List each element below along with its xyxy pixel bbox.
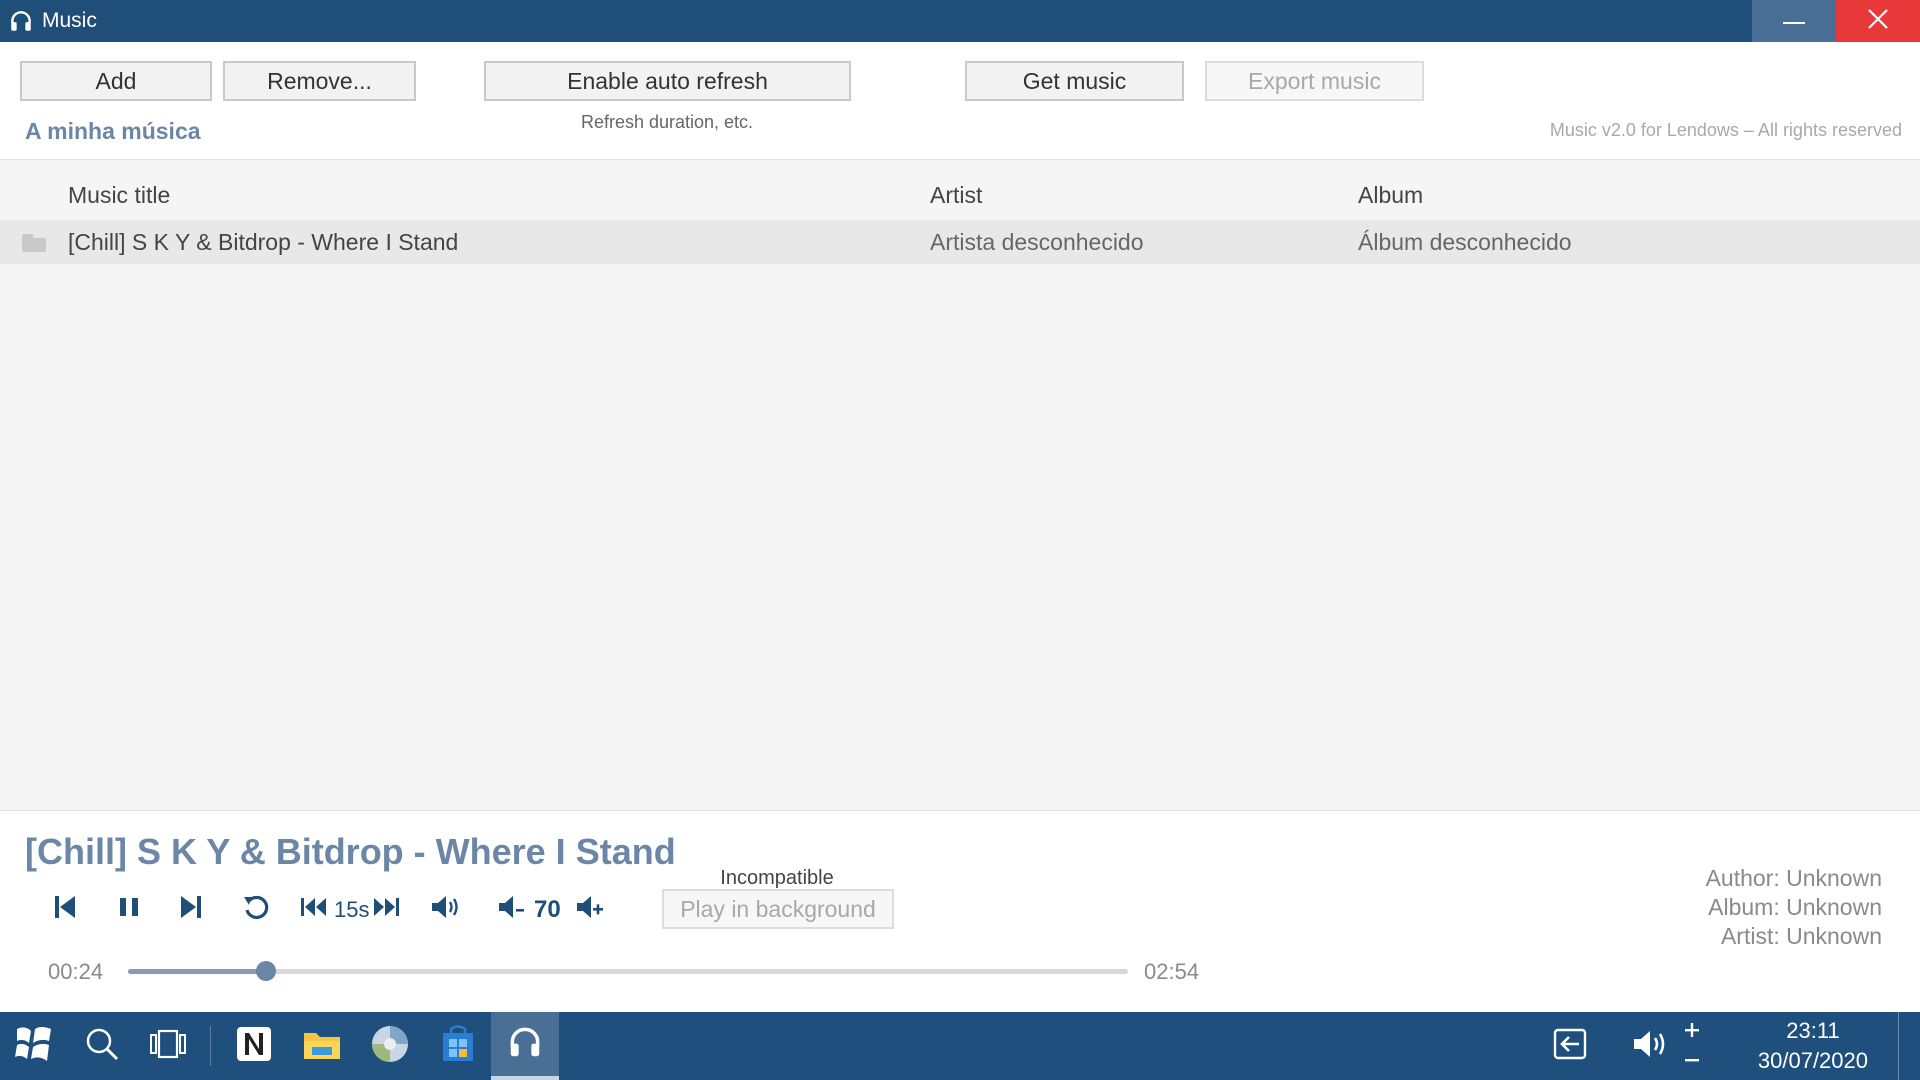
forward-button[interactable]: [370, 891, 402, 927]
taskbar-clock[interactable]: 23:11 30/07/2020: [1758, 1016, 1868, 1076]
row-album: Álbum desconhecido: [1358, 229, 1572, 255]
now-playing-title: [Chill] S K Y & Bitdrop - Where I Stand: [25, 831, 676, 872]
seek-bar-progress: [128, 969, 266, 974]
next-track-button[interactable]: [174, 891, 208, 927]
clock-time: 23:11: [1786, 1018, 1840, 1043]
clock-date: 30/07/2020: [1757, 1048, 1868, 1073]
volume-minus-icon[interactable]: [1682, 1050, 1702, 1075]
window-title: Music: [42, 9, 97, 32]
tray-input-switch[interactable]: [1536, 1012, 1604, 1080]
previous-icon: [53, 894, 77, 925]
close-button[interactable]: [1836, 0, 1920, 42]
add-button[interactable]: Add: [20, 61, 212, 101]
store-icon: [441, 1024, 475, 1068]
taskbar-music-app[interactable]: [491, 1012, 559, 1080]
tray-volume-stepper[interactable]: [1682, 1020, 1702, 1072]
taskbar-browser[interactable]: [356, 1012, 424, 1080]
album-info: Album: Unknown: [1708, 894, 1882, 920]
skip-duration-label: 15s: [334, 897, 370, 922]
remove-button[interactable]: Remove...: [223, 61, 416, 101]
headphones-icon: [6, 6, 36, 36]
refresh-note: Refresh duration, etc.: [580, 112, 754, 132]
column-title[interactable]: Music title: [68, 182, 170, 209]
column-artist[interactable]: Artist: [930, 182, 982, 209]
toolbar: Add Remove... Enable auto refresh Refres…: [0, 42, 1920, 160]
copyright-text: Music v2.0 for Lendows – All rights rese…: [1549, 120, 1902, 140]
author-info: Author: Unknown: [1705, 865, 1882, 891]
incompatible-label: Incompatible: [720, 867, 834, 889]
forward-icon: [372, 896, 400, 923]
close-icon: [1867, 8, 1889, 35]
seek-bar[interactable]: [128, 961, 1128, 981]
title-bar: Music: [0, 0, 1920, 42]
volume-plus-icon: [575, 894, 605, 925]
task-view-button[interactable]: [134, 1012, 202, 1080]
search-icon: [85, 1027, 119, 1066]
rewind-icon: [300, 896, 328, 923]
file-explorer-icon: [302, 1027, 342, 1066]
list-item[interactable]: [Chill] S K Y & Bitdrop - Where I Stand …: [0, 220, 1920, 264]
taskbar-separator: [210, 1026, 211, 1066]
artist-info: Artist: Unknown: [1720, 923, 1882, 949]
previous-track-button[interactable]: [48, 891, 82, 927]
seek-bar-handle[interactable]: [256, 961, 276, 981]
section-title: A minha música: [25, 118, 201, 144]
volume-down-button[interactable]: [496, 891, 528, 927]
get-music-button[interactable]: Get music: [965, 61, 1184, 101]
taskbar: 23:11 30/07/2020: [0, 1012, 1920, 1080]
taskbar-search-button[interactable]: [68, 1012, 136, 1080]
notes-app-icon: [235, 1025, 273, 1068]
elapsed-time: 00:24: [48, 959, 104, 984]
music-app-icon: [506, 1023, 544, 1066]
total-duration: 02:54: [1144, 959, 1200, 984]
rewind-button[interactable]: [298, 891, 330, 927]
input-switch-icon: [1553, 1028, 1587, 1065]
taskbar-store[interactable]: [424, 1012, 492, 1080]
row-title: [Chill] S K Y & Bitdrop - Where I Stand: [68, 229, 459, 255]
pause-icon: [118, 896, 140, 923]
list-header: Music title Artist Album: [0, 174, 1920, 216]
start-icon: [13, 1023, 55, 1070]
task-view-icon: [149, 1028, 187, 1065]
volume-button[interactable]: [428, 891, 464, 927]
pause-button[interactable]: [112, 891, 146, 927]
taskbar-file-explorer[interactable]: [288, 1012, 356, 1080]
start-button[interactable]: [0, 1012, 68, 1080]
volume-up-button[interactable]: [574, 891, 606, 927]
speaker-icon: [1632, 1028, 1672, 1065]
play-in-background-button[interactable]: Play in background: [662, 889, 894, 929]
tray-volume[interactable]: [1618, 1012, 1686, 1080]
column-album[interactable]: Album: [1358, 182, 1423, 209]
export-music-button[interactable]: Export music: [1205, 61, 1424, 101]
repeat-button[interactable]: [238, 891, 274, 927]
taskbar-notes-app[interactable]: [220, 1012, 288, 1080]
browser-icon: [370, 1024, 410, 1069]
repeat-icon: [241, 892, 271, 927]
volume-level: 70: [534, 896, 561, 923]
volume-minus-icon: [497, 894, 527, 925]
folder-icon: [22, 234, 46, 252]
speaker-icon: [430, 894, 462, 925]
player-panel: [Chill] S K Y & Bitdrop - Where I Stand …: [0, 810, 1920, 1012]
volume-plus-icon[interactable]: [1682, 1020, 1702, 1045]
show-desktop-button[interactable]: [1898, 1012, 1920, 1080]
auto-refresh-button[interactable]: Enable auto refresh: [484, 61, 851, 101]
minimize-button[interactable]: [1752, 0, 1836, 42]
minimize-icon: [1783, 12, 1805, 30]
row-artist: Artista desconhecido: [930, 229, 1144, 255]
next-icon: [179, 894, 203, 925]
